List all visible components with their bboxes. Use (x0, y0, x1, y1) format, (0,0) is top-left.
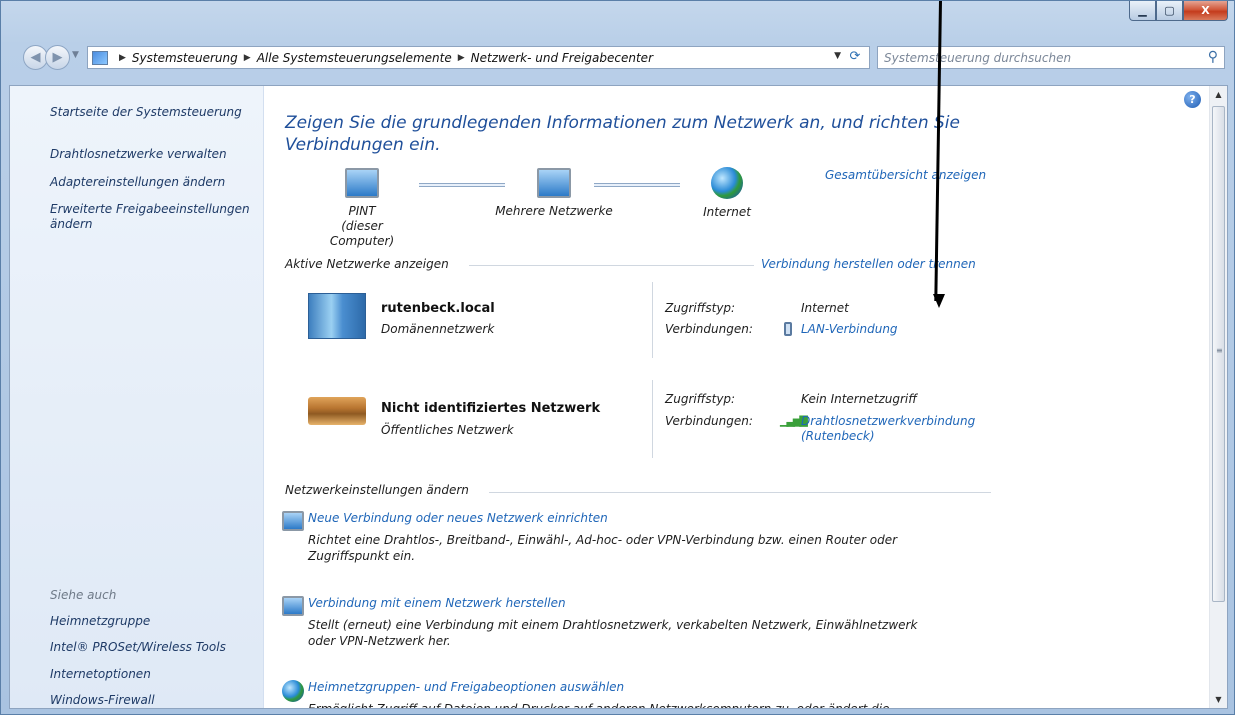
breadcrumb-systemsteuerung[interactable]: Systemsteuerung (132, 51, 238, 65)
access-type-label: Zugriffstyp: (665, 392, 736, 406)
content-pane: Startseite der Systemsteuerung Drahtlosn… (9, 85, 1228, 709)
caption-buttons: ▁ ▢ X (1129, 1, 1228, 22)
scroll-up-arrow-icon[interactable]: ▲ (1210, 86, 1227, 103)
divider (652, 282, 653, 358)
sidebar-item-control-panel-home[interactable]: Startseite der Systemsteuerung (50, 105, 242, 120)
search-placeholder: Systemsteuerung durchsuchen (884, 51, 1072, 65)
connections-label: Verbindungen: (665, 322, 753, 336)
scrollbar-thumb[interactable]: ≡ (1212, 106, 1225, 602)
new-connection-description: Richtet eine Drahtlos-, Breitband-, Einw… (308, 533, 898, 563)
computer-icon (345, 168, 379, 198)
change-settings-heading: Netzwerkeinstellungen ändern (285, 483, 469, 497)
task-connect-network: Verbindung mit einem Netzwerk herstellen… (282, 596, 948, 649)
homegroup-options-description: Ermöglicht Zugriff auf Dateien und Druck… (308, 702, 890, 709)
network-icon (537, 168, 571, 198)
main-panel: Zeigen Sie die grundlegenden Information… (264, 86, 1209, 708)
explorer-window: ▁ ▢ X ◀ ▶ ▼ ▶ Systemsteuerung ▶ Alle Sys… (0, 0, 1235, 715)
map-node-internet[interactable]: Internet (682, 167, 772, 220)
active-networks-heading: Aktive Netzwerke anzeigen (285, 257, 449, 271)
sidebar-item-advanced-sharing[interactable]: Erweiterte Freigabeeinstellungen ändern (50, 202, 250, 232)
arrow-left-icon: ◀ (30, 50, 41, 65)
help-icon[interactable]: ? (1184, 91, 1201, 108)
map-connection-line (594, 183, 680, 187)
chevron-right-icon[interactable]: ▶ (458, 53, 465, 63)
maximize-button[interactable]: ▢ (1156, 1, 1183, 21)
refresh-icon[interactable]: ⟳ (845, 49, 865, 64)
homegroup-options-link[interactable]: Heimnetzgruppen- und Freigabeoptionen au… (308, 680, 948, 694)
chevron-right-icon[interactable]: ▶ (119, 53, 126, 63)
connect-network-link[interactable]: Verbindung mit einem Netzwerk herstellen (308, 596, 948, 610)
forward-button[interactable]: ▶ (45, 45, 70, 70)
homegroup-icon (282, 680, 304, 702)
arrow-right-icon: ▶ (52, 50, 63, 65)
access-type-value: Kein Internetzugriff (801, 392, 917, 406)
public-network-bench-icon[interactable] (308, 397, 366, 425)
globe-icon (711, 167, 743, 199)
divider (469, 265, 754, 266)
internet-label: Internet (703, 205, 751, 219)
ethernet-plug-icon (784, 322, 792, 336)
wireless-connection-link[interactable]: Drahtlosnetzwerkverbindung (Rutenbeck) (801, 414, 975, 444)
address-dropdown-icon[interactable]: ▼ (834, 51, 841, 61)
sidebar-item-adapter-settings[interactable]: Adaptereinstellungen ändern (50, 175, 225, 190)
task-new-connection: Neue Verbindung oder neues Netzwerk einr… (282, 511, 948, 564)
sidebar-item-internet-options[interactable]: Internetoptionen (50, 667, 151, 682)
vertical-scrollbar[interactable]: ▲ ≡ ▼ (1209, 86, 1227, 708)
sidebar-item-windows-firewall[interactable]: Windows-Firewall (50, 693, 155, 708)
computer-name: PINT (348, 204, 376, 218)
page-title: Zeigen Sie die grundlegenden Information… (285, 113, 960, 155)
multiple-networks-label: Mehrere Netzwerke (495, 204, 613, 218)
breadcrumb-alle-elemente[interactable]: Alle Systemsteuerungselemente (257, 51, 452, 65)
recent-pages-dropdown[interactable]: ▼ (72, 50, 79, 60)
divider (652, 380, 653, 458)
search-input[interactable]: Systemsteuerung durchsuchen ⚲ (877, 46, 1225, 69)
see-also-heading: Siehe auch (50, 588, 117, 602)
network-type-domain[interactable]: Domänennetzwerk (381, 322, 494, 336)
task-homegroup-options: Heimnetzgruppen- und Freigabeoptionen au… (282, 680, 948, 709)
grip-icon: ≡ (1216, 346, 1223, 355)
connect-network-icon (282, 596, 304, 616)
chevron-right-icon[interactable]: ▶ (244, 53, 251, 63)
connections-label: Verbindungen: (665, 414, 753, 428)
network-name-unidentified: Nicht identifiziertes Netzwerk (381, 401, 601, 416)
annotation-arrow-head-icon (933, 294, 945, 308)
new-connection-link[interactable]: Neue Verbindung oder neues Netzwerk einr… (308, 511, 948, 525)
new-connection-icon (282, 511, 304, 531)
domain-network-icon[interactable] (308, 293, 366, 339)
breadcrumb-netzwerkcenter[interactable]: Netzwerk- und Freigabecenter (471, 51, 653, 65)
close-button[interactable]: X (1183, 1, 1228, 21)
wireless-connection-name: Drahtlosnetzwerkverbindung (801, 414, 976, 428)
connect-disconnect-link[interactable]: Verbindung herstellen oder trennen (761, 257, 976, 271)
lan-connection-link[interactable]: LAN-Verbindung (801, 322, 898, 337)
connect-network-description: Stellt (erneut) eine Verbindung mit eine… (308, 618, 918, 648)
network-type-public[interactable]: Öffentliches Netzwerk (381, 423, 514, 437)
sidebar-item-manage-wireless[interactable]: Drahtlosnetzwerke verwalten (50, 147, 227, 162)
address-bar[interactable]: ▶ Systemsteuerung ▶ Alle Systemsteuerung… (87, 46, 870, 69)
access-type-label: Zugriffstyp: (665, 301, 736, 315)
full-map-link[interactable]: Gesamtübersicht anzeigen (825, 168, 986, 182)
control-panel-icon (92, 50, 108, 65)
task-sidebar: Startseite der Systemsteuerung Drahtlosn… (10, 86, 264, 708)
minimize-button[interactable]: ▁ (1129, 1, 1156, 21)
search-icon[interactable]: ⚲ (1208, 49, 1218, 65)
scroll-down-arrow-icon[interactable]: ▼ (1210, 691, 1227, 708)
computer-subtitle: (dieser Computer) (329, 219, 395, 248)
sidebar-item-homegroup[interactable]: Heimnetzgruppe (50, 614, 150, 629)
sidebar-item-intel-proset[interactable]: Intel® PROSet/Wireless Tools (50, 640, 226, 655)
navigation-bar: ◀ ▶ ▼ ▶ Systemsteuerung ▶ Alle Systemste… (15, 45, 1225, 71)
access-type-value: Internet (801, 301, 849, 315)
network-name-domain: rutenbeck.local (381, 301, 495, 316)
divider (489, 492, 991, 493)
map-node-computer[interactable]: PINT (dieser Computer) (312, 168, 412, 249)
map-node-multiple-networks[interactable]: Mehrere Netzwerke (484, 168, 624, 219)
wireless-connection-ssid: (Rutenbeck) (801, 429, 875, 443)
